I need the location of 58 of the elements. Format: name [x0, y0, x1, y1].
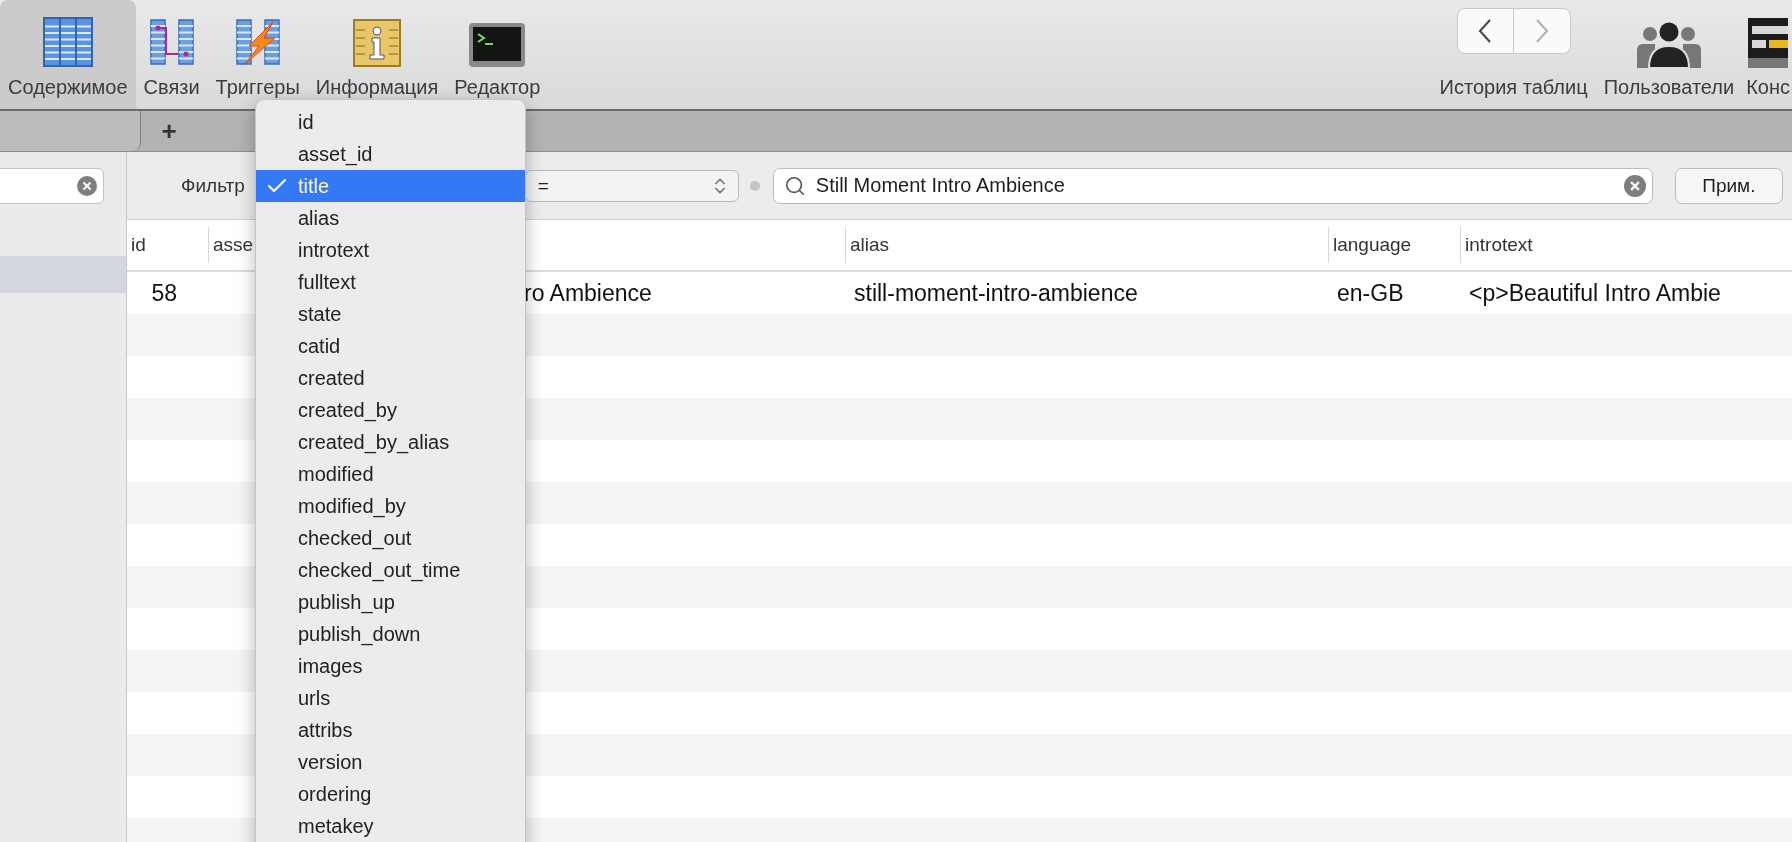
menu-item[interactable]: modified — [256, 458, 525, 490]
menu-item[interactable]: urls — [256, 682, 525, 714]
filter-search-field[interactable]: Still Moment Intro Ambience — [772, 167, 1653, 204]
toolbar-button[interactable]: Информация — [307, 0, 447, 109]
menu-item[interactable]: id — [256, 106, 525, 138]
menu-item[interactable]: catid — [256, 330, 525, 362]
column-header[interactable]: language — [1333, 234, 1412, 256]
menu-item[interactable]: fulltext — [256, 266, 525, 298]
table-cell: ro Ambience — [524, 279, 652, 306]
menu-item[interactable]: modified_by — [256, 490, 525, 522]
table-cell: still-moment-intro-ambience — [854, 279, 1138, 306]
column-header[interactable]: alias — [850, 234, 890, 256]
clear-icon[interactable] — [1623, 174, 1646, 197]
menu-item[interactable]: title — [256, 170, 525, 202]
table-cell: 58 — [151, 279, 177, 306]
apply-button[interactable]: Прим. — [1674, 167, 1783, 204]
menu-item[interactable]: created — [256, 362, 525, 394]
menu-item[interactable]: version — [256, 746, 525, 778]
menu-item[interactable]: images — [256, 650, 525, 682]
filter-label: Фильтр — [181, 174, 245, 197]
console-icon — [1748, 18, 1789, 68]
menu-item[interactable]: asset_id — [256, 138, 525, 170]
toolbar-button[interactable]: Конс — [1742, 0, 1792, 109]
menu-item[interactable]: alias — [256, 202, 525, 234]
clear-icon[interactable] — [77, 175, 97, 196]
menu-item[interactable]: state — [256, 298, 525, 330]
toolbar-button[interactable]: Связи — [135, 0, 208, 109]
chevron-right-icon — [1534, 19, 1549, 43]
users-icon — [1636, 22, 1701, 68]
toolbar-button[interactable]: Триггеры — [207, 0, 308, 109]
menu-item[interactable]: checked_out_time — [256, 554, 525, 586]
terminal-icon — [468, 22, 527, 68]
menu-item[interactable]: publish_down — [256, 618, 525, 650]
table-grid-icon — [41, 16, 94, 68]
add-tab-button[interactable]: + — [141, 111, 197, 151]
menu-item[interactable]: metakey — [256, 810, 525, 842]
column-header[interactable]: introtext — [1465, 234, 1533, 256]
menu-item[interactable]: introtext — [256, 234, 525, 266]
toolbar-button[interactable]: Редактор — [446, 0, 549, 109]
column-header[interactable]: asse — [213, 234, 254, 256]
search-icon — [783, 174, 806, 197]
chevron-left-icon — [1478, 19, 1493, 43]
toolbar-button[interactable]: Пользователи — [1595, 0, 1743, 109]
menu-item[interactable]: created_by — [256, 394, 525, 426]
status-dot — [749, 180, 760, 191]
menu-item[interactable]: publish_up — [256, 586, 525, 618]
menu-item[interactable]: created_by_alias — [256, 426, 525, 458]
toolbar-button[interactable]: Содержимое — [0, 0, 136, 109]
operator-select[interactable]: = — [524, 169, 739, 202]
info-icon — [352, 18, 402, 68]
menu-item[interactable]: attribs — [256, 714, 525, 746]
toolbar-label[interactable]: История таблиц — [1439, 76, 1588, 99]
search-field[interactable] — [0, 167, 104, 204]
column-header[interactable]: id — [131, 234, 146, 256]
table-cell: en-GB — [1337, 279, 1404, 306]
menu-item[interactable]: ordering — [256, 778, 525, 810]
menu-item[interactable]: checked_out — [256, 522, 525, 554]
table-cell: <p>Beautiful Intro Ambie — [1469, 279, 1721, 306]
